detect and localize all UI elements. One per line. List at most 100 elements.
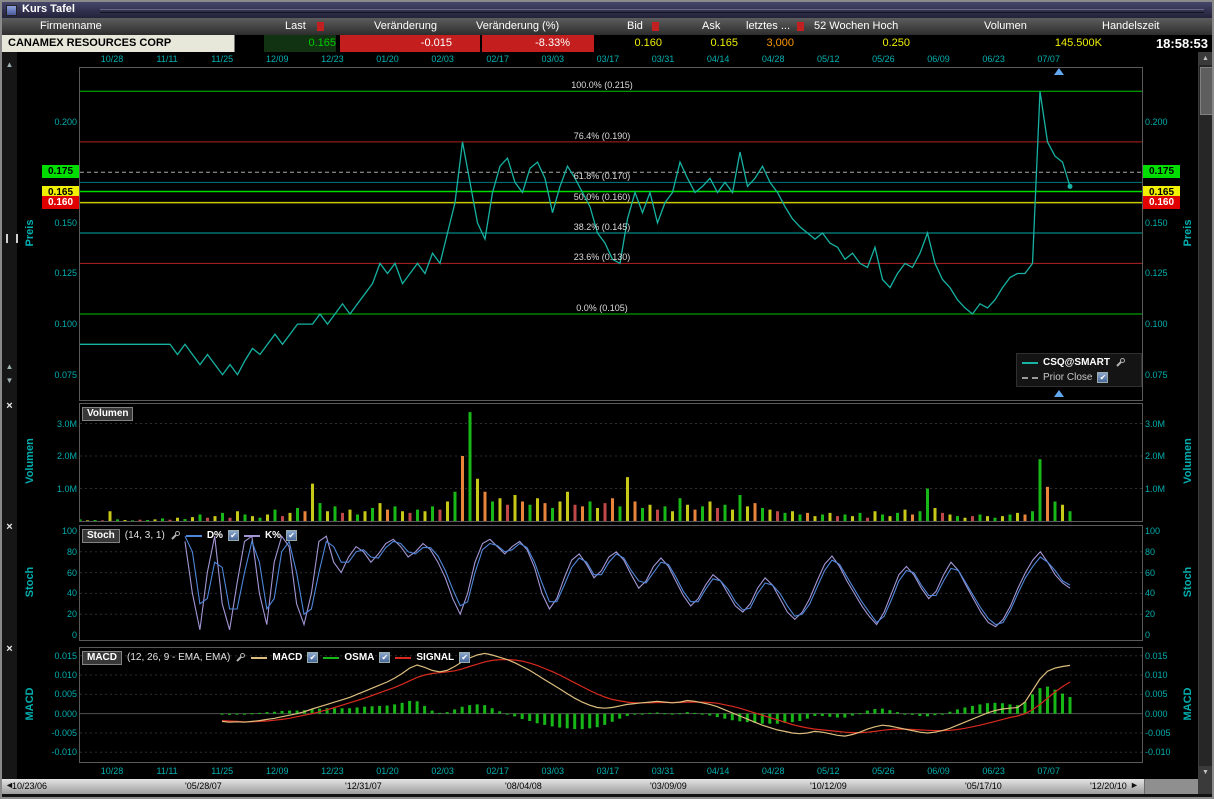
date-axis-label: 12/09 [266, 766, 289, 776]
wrench-icon[interactable] [170, 530, 181, 541]
cell-veraenderung[interactable]: -0.015 [340, 35, 480, 52]
fib-level-label: 100.0% (0.215) [571, 80, 633, 90]
scroll-up-icon[interactable]: ▲ [3, 60, 16, 69]
cell-52-wochen-hoch[interactable]: 0.250 [822, 35, 910, 52]
axis-tick-label: 0.000 [42, 709, 77, 719]
price-axis-title-right: Preis [1182, 193, 1194, 273]
col-handelszeit[interactable]: Handelszeit [1102, 20, 1159, 32]
fib-level-label: 38.2% (0.145) [574, 222, 631, 232]
cell-handelszeit[interactable]: 18:58:53 [1110, 35, 1208, 52]
date-axis-label: 06/23 [982, 766, 1005, 776]
date-axis-label: 01/20 [376, 766, 399, 776]
close-volume-panel-button[interactable]: × [3, 400, 16, 413]
scrollbar-up-arrow-icon[interactable]: ▲ [1199, 52, 1212, 65]
volume-chart[interactable] [79, 403, 1143, 522]
cell-volumen[interactable]: 145.500K [1002, 35, 1102, 52]
col-last[interactable]: Last [285, 20, 306, 32]
scrollbar-date-label: '05/17/10 [965, 781, 1002, 791]
date-axis-label: 10/28 [101, 54, 124, 64]
alert-marker-icon [317, 22, 324, 31]
price-chart[interactable] [79, 67, 1143, 401]
date-axis-label: 12/09 [266, 54, 289, 64]
date-axis-label: 06/09 [927, 54, 950, 64]
axis-tick-label: 2.0M [42, 451, 77, 461]
date-axis-label: 11/11 [157, 54, 178, 64]
alert-marker-icon [797, 22, 804, 31]
fib-level-label: 23.6% (0.130) [574, 252, 631, 262]
title-bar[interactable]: Kurs Tafel [2, 2, 1212, 18]
date-axis-label: 02/17 [486, 766, 509, 776]
date-axis-label: 05/12 [817, 766, 840, 776]
scrollbar-date-label: 10/23/06 [12, 781, 47, 791]
cell-letztes[interactable]: 3,000 [742, 35, 794, 52]
date-axis-label: 11/11 [157, 766, 178, 776]
axis-tick-label: 0.075 [42, 370, 77, 380]
cell-veraenderung-pct[interactable]: -8.33% [482, 35, 594, 52]
osma-checkbox[interactable] [379, 652, 390, 663]
price-tag: 0.175 [1143, 165, 1180, 178]
col-bid[interactable]: Bid [627, 20, 643, 32]
macd-checkbox[interactable] [307, 652, 318, 663]
axis-tick-label: 60 [1145, 568, 1180, 578]
cell-firmenname[interactable]: CANAMEX RESOURCES CORP [2, 35, 235, 52]
signal-checkbox[interactable] [459, 652, 470, 663]
scrollbar-right-arrow-icon[interactable]: ► [1130, 780, 1139, 790]
date-axis-label: 04/28 [762, 766, 785, 776]
date-axis-label: 10/28 [101, 766, 124, 776]
col-letztes[interactable]: letztes ... [746, 20, 790, 32]
axis-tick-label: 0.150 [1145, 218, 1180, 228]
d-percent-line-sample [186, 535, 202, 537]
osma-label: OSMA [344, 652, 374, 663]
axis-tick-label: 80 [1145, 547, 1180, 557]
quote-row[interactable]: CANAMEX RESOURCES CORP 0.165 -0.015 -8.3… [2, 35, 1212, 52]
pane-up-icon[interactable]: ▲ [3, 362, 16, 371]
date-axis-label: 05/26 [872, 54, 895, 64]
close-macd-panel-button[interactable]: × [3, 643, 16, 656]
axis-tick-label: 2.0M [1145, 451, 1180, 461]
col-52-wochen-hoch[interactable]: 52 Wochen Hoch [814, 20, 898, 32]
axis-tick-label: 0 [1145, 630, 1180, 640]
scroll-marker-up-icon[interactable] [1054, 68, 1064, 75]
axis-tick-label: 0.075 [1145, 370, 1180, 380]
title-groove [100, 9, 1204, 13]
stoch-panel-title[interactable]: Stoch [82, 529, 120, 543]
d-percent-label: D% [207, 530, 223, 541]
cell-ask[interactable]: 0.165 [674, 35, 738, 52]
wrench-icon[interactable] [1115, 357, 1126, 368]
pane-down-icon[interactable]: ▼ [3, 376, 16, 385]
scrollbar-date-label: '12/31/07 [345, 781, 382, 791]
date-axis-label: 11/25 [211, 54, 233, 64]
scrollbar-track-tail[interactable] [1144, 779, 1199, 794]
col-firmenname[interactable]: Firmenname [40, 20, 102, 32]
resize-grip[interactable] [1198, 779, 1212, 794]
cell-bid[interactable]: 0.160 [600, 35, 662, 52]
axis-tick-label: 100 [1145, 526, 1180, 536]
d-percent-checkbox[interactable] [228, 530, 239, 541]
date-axis-label: 03/31 [652, 54, 675, 64]
k-percent-checkbox[interactable] [286, 530, 297, 541]
vertical-scrollbar[interactable]: ▲ ▼ [1198, 52, 1212, 779]
axis-tick-label: 3.0M [1145, 419, 1180, 429]
column-header-row: Firmenname Last Veränderung Veränderung … [2, 18, 1212, 36]
scrollbar-down-arrow-icon[interactable]: ▼ [1199, 766, 1212, 779]
scroll-marker-down-icon[interactable] [1054, 390, 1064, 397]
axis-tick-label: 0.125 [42, 268, 77, 278]
prior-close-checkbox[interactable] [1097, 372, 1108, 383]
vertical-scrollbar-thumb[interactable] [1200, 67, 1213, 115]
volume-panel-title[interactable]: Volumen [82, 407, 133, 421]
pane-grip-icon[interactable] [6, 234, 18, 243]
close-stoch-panel-button[interactable]: × [3, 521, 16, 534]
col-volumen[interactable]: Volumen [984, 20, 1027, 32]
date-axis-label: 04/28 [762, 54, 785, 64]
col-veraenderung[interactable]: Veränderung [374, 20, 437, 32]
wrench-icon[interactable] [235, 652, 246, 663]
col-ask[interactable]: Ask [702, 20, 720, 32]
fib-level-label: 76.4% (0.190) [574, 131, 631, 141]
horizontal-scrollbar[interactable]: ◄ ► 10/23/06'05/28/07'12/31/07'08/04/08'… [2, 779, 1198, 794]
axis-tick-label: 40 [42, 588, 77, 598]
axis-tick-label: -0.005 [42, 728, 77, 738]
col-veraenderung-pct[interactable]: Veränderung (%) [476, 20, 559, 32]
macd-panel-title[interactable]: MACD [82, 651, 122, 665]
axis-tick-label: 20 [1145, 609, 1180, 619]
cell-last[interactable]: 0.165 [264, 35, 336, 52]
